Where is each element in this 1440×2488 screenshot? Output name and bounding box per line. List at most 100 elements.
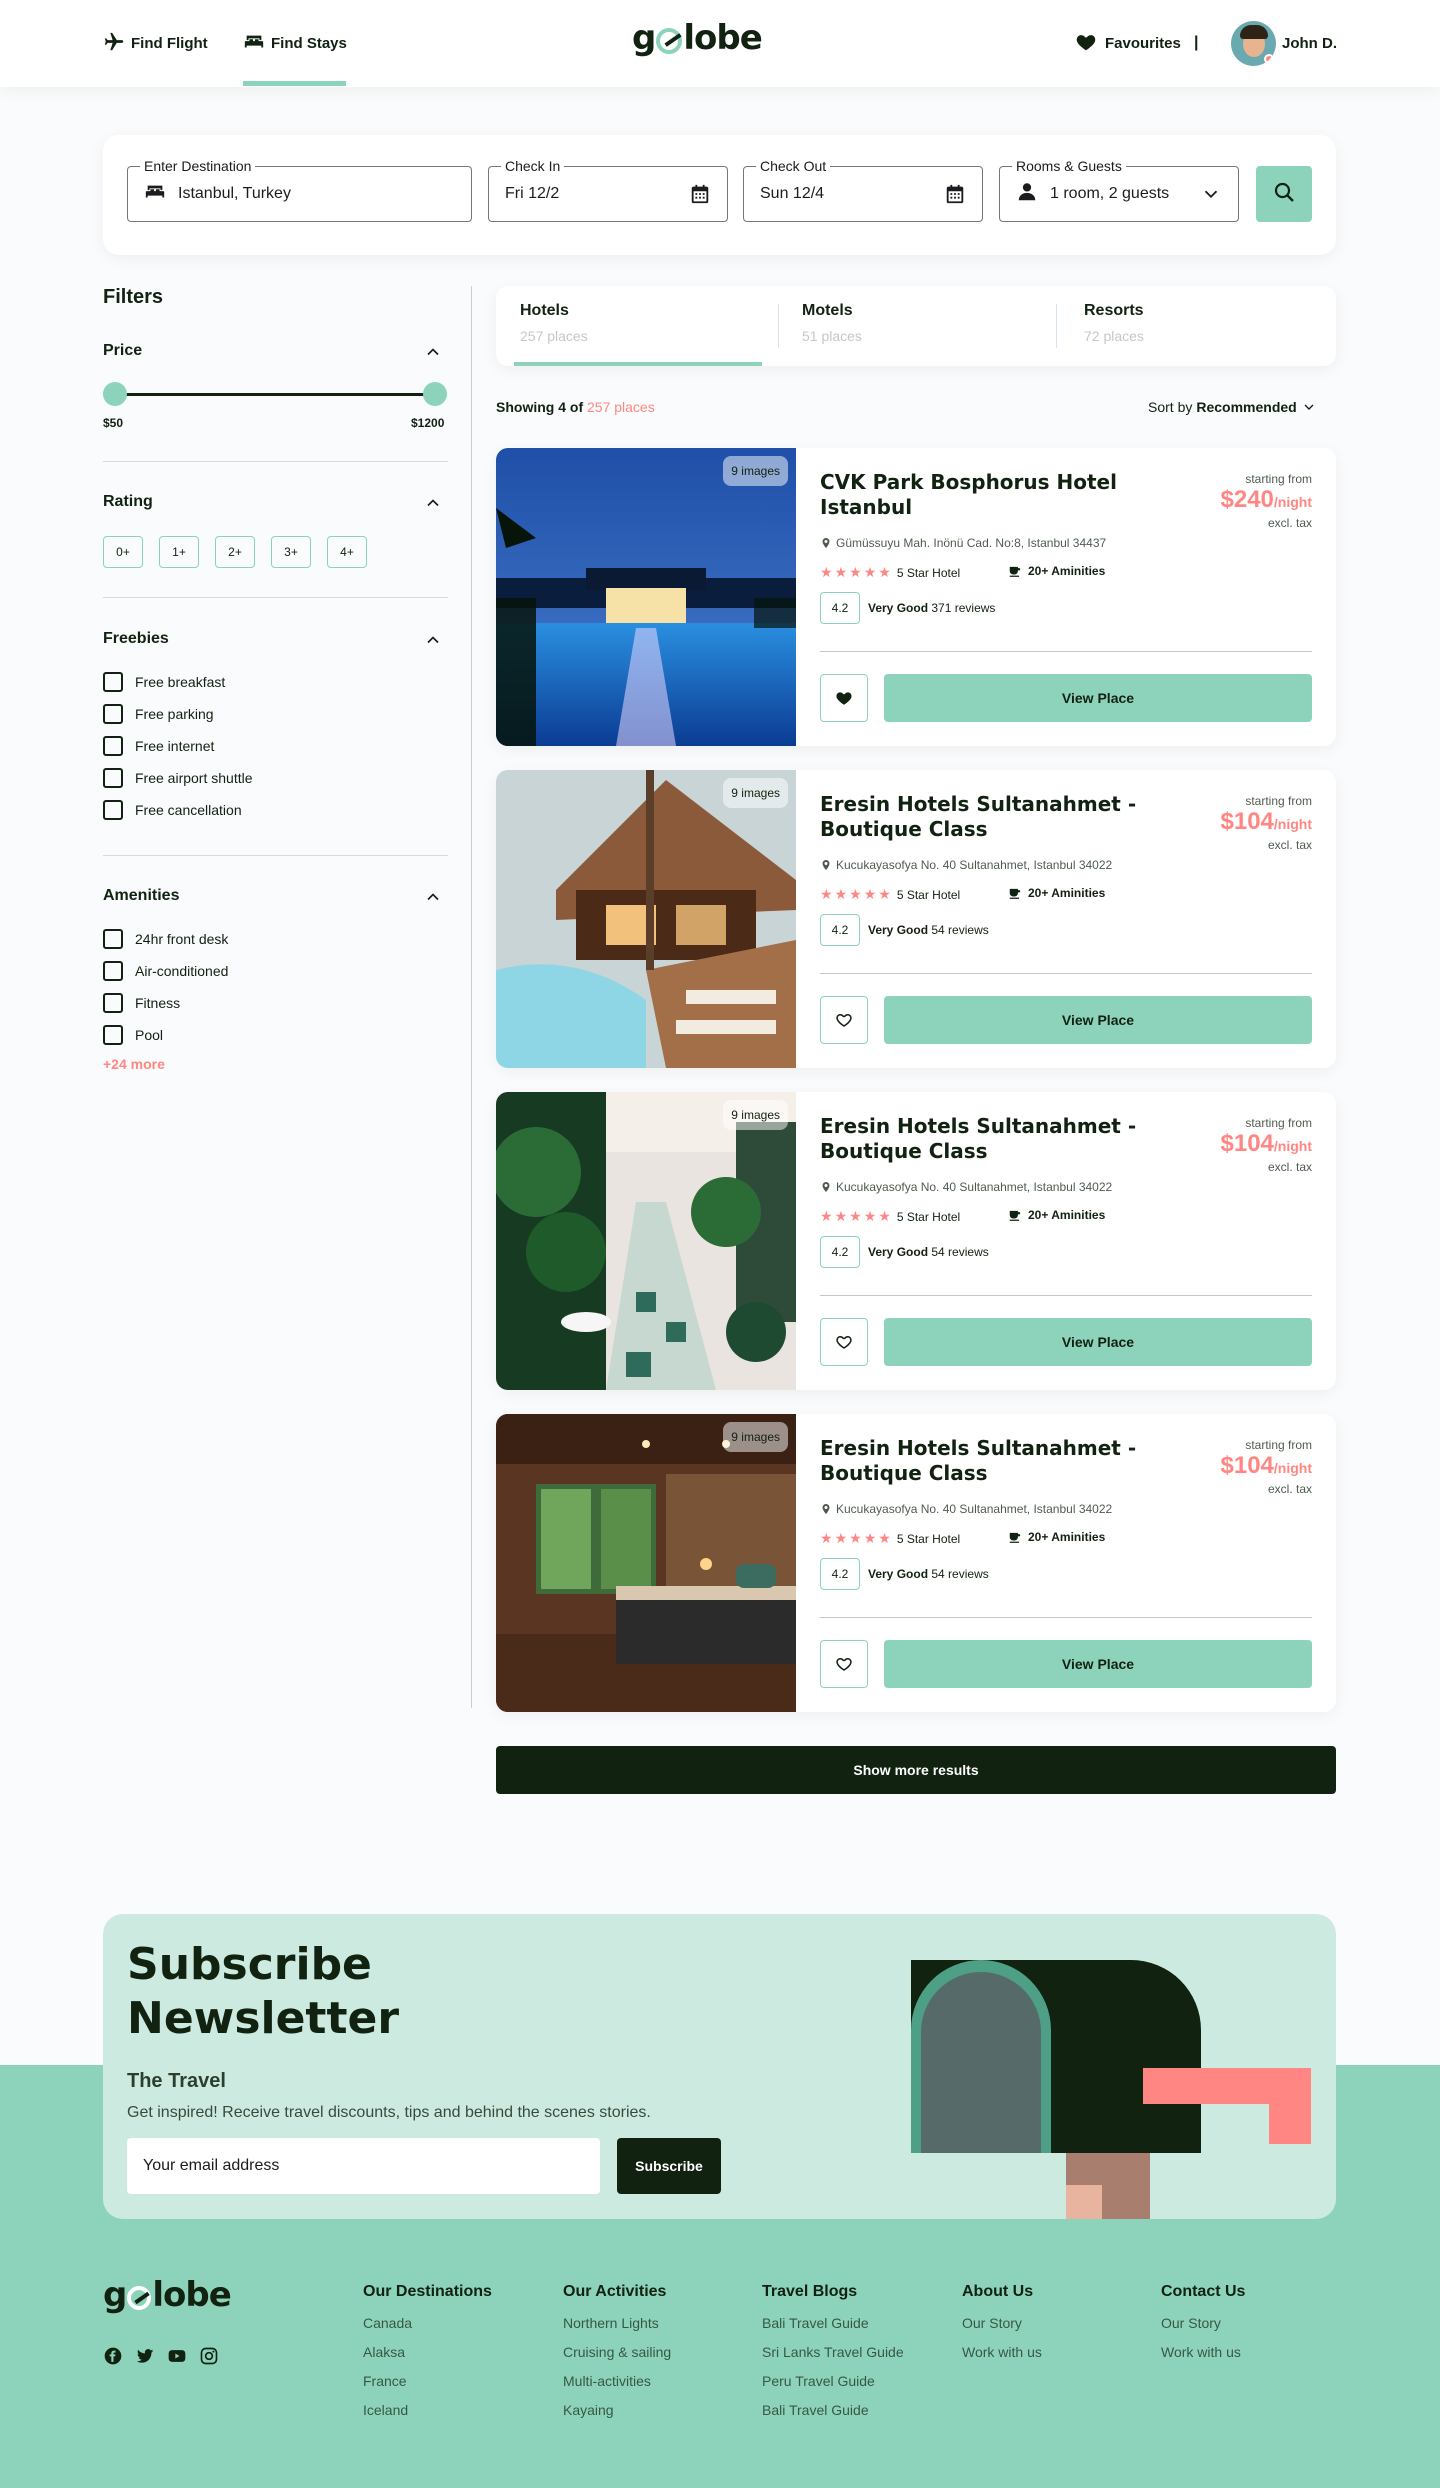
- checkbox[interactable]: [103, 929, 123, 949]
- favourites-link[interactable]: Favourites: [1075, 0, 1181, 87]
- location-pin-icon: [822, 538, 830, 548]
- price-unit: /night: [1273, 1138, 1312, 1154]
- check-out-field[interactable]: Check Out Sun 12/4: [743, 158, 983, 222]
- sort-dropdown[interactable]: Sort by Recommended: [1148, 399, 1317, 415]
- checkbox[interactable]: [103, 704, 123, 724]
- instagram-icon[interactable]: [199, 2346, 219, 2366]
- twitter-icon[interactable]: [135, 2346, 155, 2366]
- checkbox-24hr-front-desk[interactable]: 24hr front desk: [103, 927, 228, 951]
- rating-chip[interactable]: 4+: [327, 536, 367, 568]
- check-out-input[interactable]: Sun 12/4: [760, 185, 824, 203]
- checkbox-air-conditioned[interactable]: Air-conditioned: [103, 959, 228, 983]
- footer-link[interactable]: Bali Travel Guide: [762, 2402, 904, 2418]
- footer-link[interactable]: Our Story: [962, 2315, 1042, 2331]
- hotel-name[interactable]: Eresin Hotels Sultanahmet - Boutique Cla…: [820, 792, 1150, 842]
- price-unit: /night: [1273, 494, 1312, 510]
- footer-link[interactable]: Cruising & sailing: [563, 2344, 671, 2360]
- view-place-button[interactable]: View Place: [884, 1318, 1312, 1366]
- chevron-up-icon[interactable]: [423, 887, 443, 907]
- hotel-image[interactable]: 9 images: [496, 448, 796, 746]
- checkbox-free-breakfast[interactable]: Free breakfast: [103, 670, 225, 694]
- footer-link[interactable]: Iceland: [363, 2402, 492, 2418]
- checkbox[interactable]: [103, 672, 123, 692]
- rating-chip[interactable]: 2+: [215, 536, 255, 568]
- hotel-image[interactable]: 9 images: [496, 770, 796, 1068]
- rating-chip[interactable]: 1+: [159, 536, 199, 568]
- check-in-input[interactable]: Fri 12/2: [505, 185, 559, 203]
- subscribe-button[interactable]: Subscribe: [617, 2138, 721, 2194]
- hotel-image[interactable]: 9 images: [496, 1414, 796, 1712]
- nav-find-flight[interactable]: Find Flight: [103, 0, 208, 87]
- view-place-button[interactable]: View Place: [884, 996, 1312, 1044]
- newsletter-email-input[interactable]: Your email address: [127, 2138, 600, 2194]
- footer-link[interactable]: Work with us: [1161, 2344, 1245, 2360]
- checkbox[interactable]: [103, 961, 123, 981]
- rooms-guests-field[interactable]: Rooms & Guests 1 room, 2 guests: [999, 158, 1239, 222]
- footer-link[interactable]: Alaksa: [363, 2344, 492, 2360]
- view-place-button[interactable]: View Place: [884, 1640, 1312, 1688]
- bed-icon: [144, 181, 166, 208]
- favourite-button[interactable]: [820, 1318, 868, 1366]
- chevron-up-icon[interactable]: [423, 342, 443, 362]
- footer-link[interactable]: Canada: [363, 2315, 492, 2331]
- footer-link[interactable]: Work with us: [962, 2344, 1042, 2360]
- footer-link[interactable]: Peru Travel Guide: [762, 2373, 904, 2389]
- footer-link[interactable]: Northern Lights: [563, 2315, 671, 2331]
- search-button[interactable]: [1256, 166, 1312, 222]
- price-max-handle[interactable]: [423, 382, 447, 406]
- chevron-up-icon[interactable]: [423, 630, 443, 650]
- favourite-button[interactable]: [820, 996, 868, 1044]
- footer-link[interactable]: Sri Lanks Travel Guide: [762, 2344, 904, 2360]
- show-more-results-button[interactable]: Show more results: [496, 1746, 1336, 1794]
- hotel-name[interactable]: Eresin Hotels Sultanahmet - Boutique Cla…: [820, 1114, 1150, 1164]
- destination-field[interactable]: Enter Destination Istanbul, Turkey: [127, 158, 472, 222]
- checkbox-free-cancellation[interactable]: Free cancellation: [103, 798, 242, 822]
- favourite-button[interactable]: [820, 674, 868, 722]
- destination-input[interactable]: Istanbul, Turkey: [178, 185, 291, 203]
- review-summary: Very Good 371 reviews: [868, 601, 995, 615]
- checkbox-free-parking[interactable]: Free parking: [103, 702, 214, 726]
- calendar-icon[interactable]: [689, 183, 711, 210]
- user-name[interactable]: John D.: [1282, 0, 1337, 87]
- checkbox-free-airport-shuttle[interactable]: Free airport shuttle: [103, 766, 253, 790]
- destination-label: Enter Destination: [140, 158, 256, 174]
- hotel-image[interactable]: 9 images: [496, 1092, 796, 1390]
- checkbox[interactable]: [103, 736, 123, 756]
- hotel-name[interactable]: Eresin Hotels Sultanahmet - Boutique Cla…: [820, 1436, 1150, 1486]
- footer-link[interactable]: Kayaing: [563, 2402, 671, 2418]
- footer-link[interactable]: Multi-activities: [563, 2373, 671, 2389]
- checkbox[interactable]: [103, 993, 123, 1013]
- check-in-field[interactable]: Check In Fri 12/2: [488, 158, 728, 222]
- tab-hotels[interactable]: Hotels 257 places: [496, 286, 762, 366]
- checkbox[interactable]: [103, 768, 123, 788]
- nav-find-stays[interactable]: Find Stays: [243, 0, 347, 87]
- checkbox[interactable]: [103, 1025, 123, 1045]
- tab-motels[interactable]: Motels 51 places: [778, 286, 1044, 366]
- footer-link[interactable]: France: [363, 2373, 492, 2389]
- checkbox[interactable]: [103, 800, 123, 820]
- checkbox-fitness[interactable]: Fitness: [103, 991, 180, 1015]
- logo[interactable]: g lobe: [632, 18, 763, 58]
- check-in-label: Check In: [501, 158, 565, 174]
- avatar[interactable]: [1231, 21, 1276, 66]
- price-tax-note: excl. tax: [1267, 838, 1312, 852]
- youtube-icon[interactable]: [167, 2346, 187, 2366]
- tab-resorts[interactable]: Resorts 72 places: [1060, 286, 1326, 366]
- checkbox-pool[interactable]: Pool: [103, 1023, 163, 1047]
- footer-link[interactable]: Our Story: [1161, 2315, 1245, 2331]
- facebook-icon[interactable]: [103, 2346, 123, 2366]
- chevron-down-icon[interactable]: [1200, 183, 1222, 210]
- checkbox-free-internet[interactable]: Free internet: [103, 734, 214, 758]
- calendar-icon[interactable]: [944, 183, 966, 210]
- price-min-handle[interactable]: [103, 382, 127, 406]
- footer-logo[interactable]: g lobe: [103, 2275, 232, 2315]
- chevron-up-icon[interactable]: [423, 493, 443, 513]
- amenities-more-link[interactable]: +24 more: [103, 1056, 165, 1072]
- rooms-guests-input[interactable]: 1 room, 2 guests: [1050, 185, 1169, 203]
- hotel-name[interactable]: CVK Park Bosphorus Hotel Istanbul: [820, 470, 1150, 520]
- rating-chip[interactable]: 0+: [103, 536, 143, 568]
- footer-link[interactable]: Bali Travel Guide: [762, 2315, 904, 2331]
- view-place-button[interactable]: View Place: [884, 674, 1312, 722]
- favourite-button[interactable]: [820, 1640, 868, 1688]
- rating-chip[interactable]: 3+: [271, 536, 311, 568]
